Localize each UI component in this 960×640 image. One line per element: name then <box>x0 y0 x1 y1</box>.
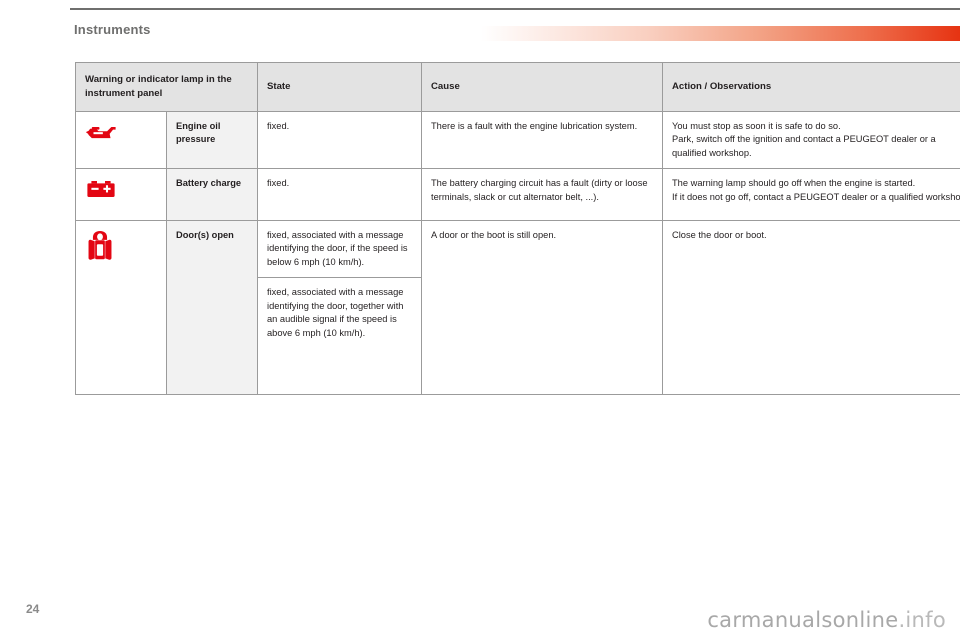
page-number: 24 <box>26 602 40 616</box>
lamp-name: Battery charge <box>166 168 258 221</box>
page-header: Instruments <box>0 0 960 46</box>
lamp-state: fixed, associated with a message identif… <box>257 219 422 278</box>
doors-open-icon <box>85 229 119 260</box>
column-header-cause: Cause <box>421 62 663 112</box>
column-header-action: Action / Observations <box>662 62 960 112</box>
lamp-state: fixed, associated with a message identif… <box>257 277 422 396</box>
lamp-name: Engine oil pressure <box>166 110 258 170</box>
lamp-state: fixed. <box>257 168 422 221</box>
page-title: Instruments <box>74 22 151 37</box>
table-body: Engine oil pressure fixed. There is a fa… <box>75 110 960 396</box>
lamp-cause: A door or the boot is still open. <box>421 219 663 396</box>
lamp-action: Close the door or boot. <box>662 219 960 396</box>
warning-lamp-table: Warning or indicator lamp in the instrum… <box>75 62 960 396</box>
lamp-icon-cell <box>75 110 167 170</box>
watermark-tld: .info <box>898 608 946 632</box>
lamp-icon-cell <box>75 168 167 221</box>
lamp-name: Door(s) open <box>166 219 258 396</box>
table-row: Battery charge fixed. The battery chargi… <box>75 168 960 221</box>
watermark-name: carmanualsonline <box>707 608 899 632</box>
table-row: Door(s) open fixed, associated with a me… <box>75 219 960 396</box>
lamp-action: You must stop as soon it is safe to do s… <box>662 110 960 170</box>
battery-charge-icon <box>85 177 119 207</box>
header-rule <box>70 8 960 10</box>
lamp-state: fixed. <box>257 110 422 170</box>
header-accent-gradient <box>481 26 960 41</box>
lamp-cause: The battery charging circuit has a fault… <box>421 168 663 221</box>
column-header-lamp: Warning or indicator lamp in the instrum… <box>75 62 258 112</box>
table-header: Warning or indicator lamp in the instrum… <box>75 62 960 112</box>
site-watermark: carmanualsonline.info <box>707 608 946 632</box>
lamp-action: The warning lamp should go off when the … <box>662 168 960 221</box>
table-header-row: Warning or indicator lamp in the instrum… <box>75 62 960 112</box>
column-header-state: State <box>257 62 422 112</box>
lamp-cause: There is a fault with the engine lubrica… <box>421 110 663 170</box>
lamp-icon-cell <box>75 219 167 396</box>
engine-oil-pressure-icon <box>85 120 119 150</box>
table-row: Engine oil pressure fixed. There is a fa… <box>75 110 960 170</box>
